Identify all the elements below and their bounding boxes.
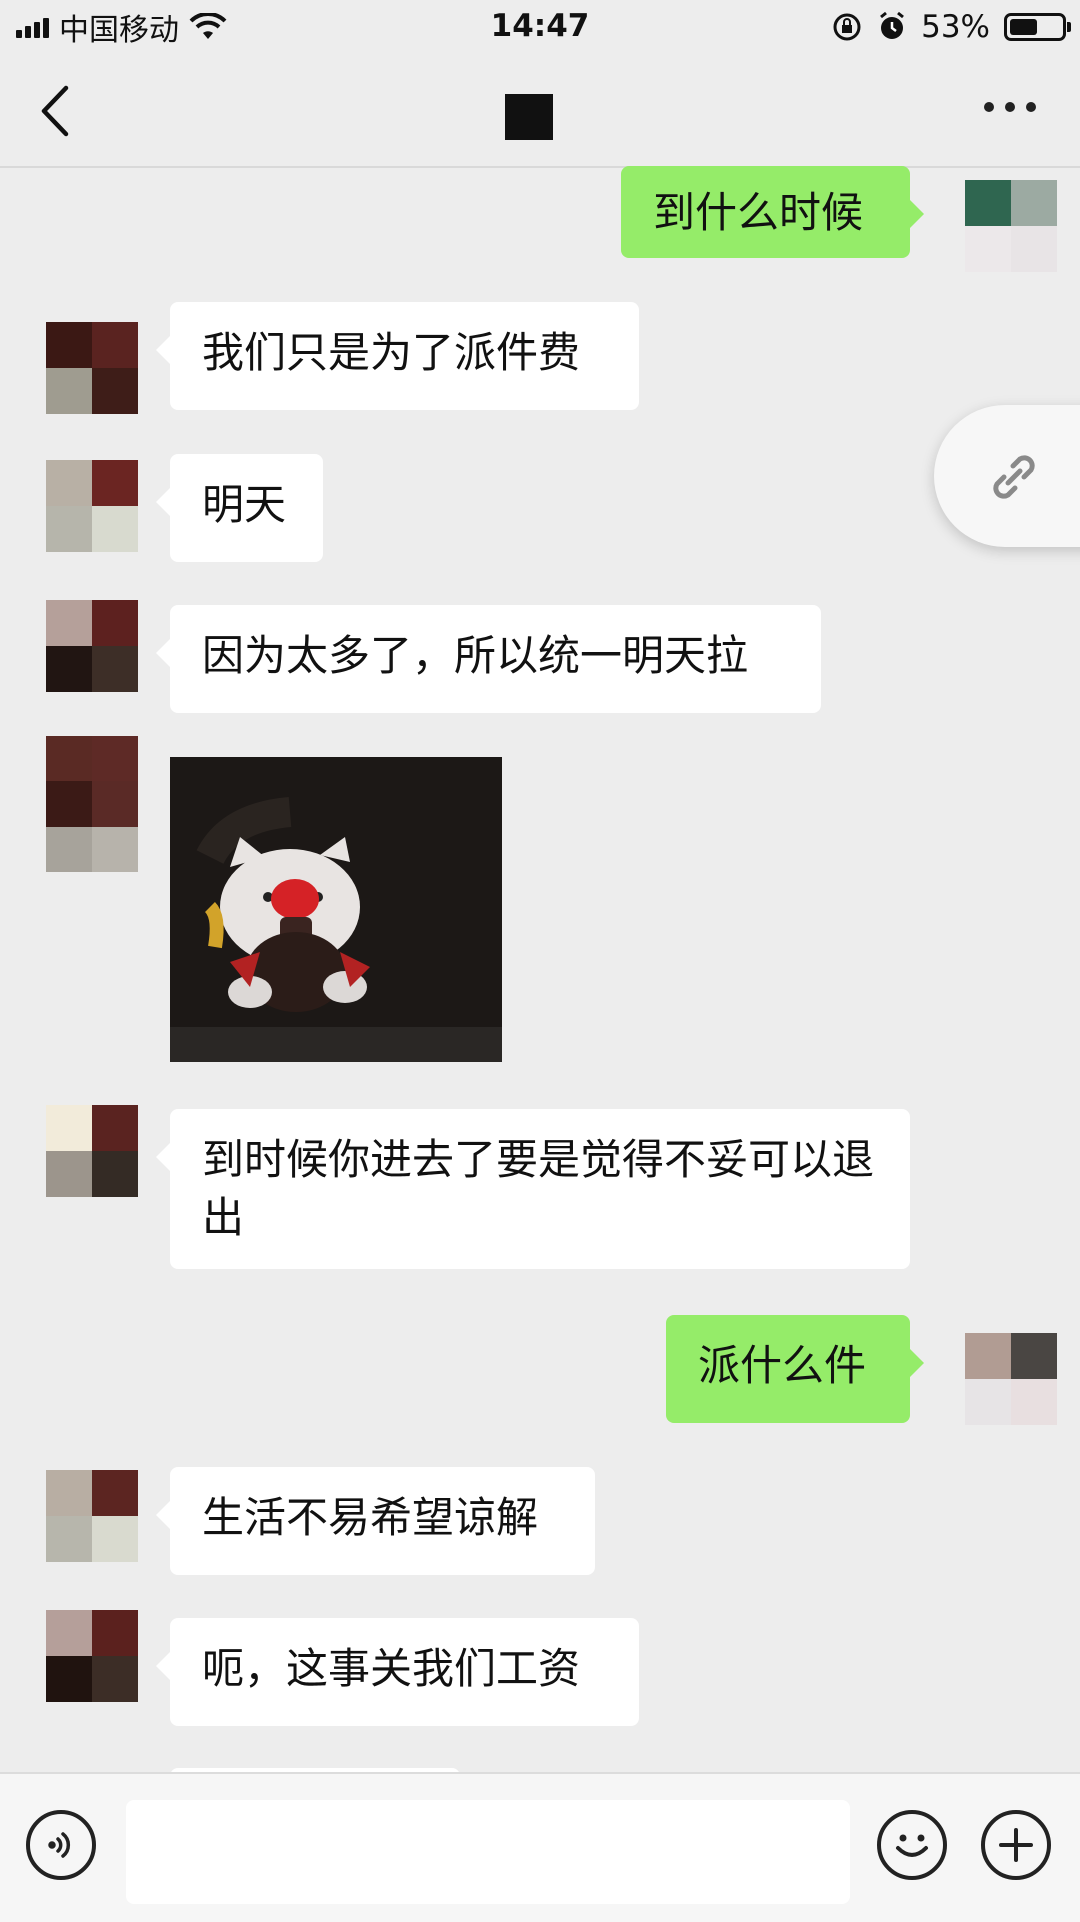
voice-wave-icon [48,1832,71,1858]
chevron-left-icon[interactable] [36,84,76,138]
battery-icon [1004,13,1071,41]
alarm-icon [880,11,905,39]
message-text: 明天 [202,480,287,529]
avatar[interactable] [46,600,138,692]
avatar[interactable] [965,180,1057,272]
message-bubble[interactable]: 到什么时候 [621,166,924,258]
plus-icon[interactable] [981,1810,1051,1880]
chat-header [0,54,1080,168]
avatar[interactable] [46,1610,138,1702]
voice-icon[interactable] [26,1810,96,1880]
message-bubble[interactable]: 明天 [156,454,323,562]
status-bar: 中国移动 14:47 53% [0,0,1080,54]
message-text: 到什么时候 [653,188,864,237]
status-right: 53% [831,8,1071,46]
message-bubble[interactable]: 我们只是为了派件费 [156,302,639,410]
cat-sticker-icon [170,757,502,1062]
message-bubble[interactable]: 到时候你进去了要是觉得不妥可以退出 [156,1109,910,1269]
message-text: 因为太多了，所以统一明天拉 [202,631,749,680]
avatar[interactable] [46,1105,138,1197]
more-horizontal-icon[interactable] [984,102,1036,116]
message-text: 到时候你进去了要是觉得不妥可以退出 [202,1135,875,1242]
avatar[interactable] [965,1333,1057,1425]
avatar[interactable] [46,322,138,414]
battery-level [1010,19,1037,35]
input-bar [0,1772,1080,1922]
message-text: 我们只是为了派件费 [202,328,581,377]
plus-sign-icon [999,1828,1033,1862]
message-bubble[interactable]: 派什么件 [666,1315,924,1423]
avatar[interactable] [46,1470,138,1562]
avatar[interactable] [46,460,138,552]
battery-percent: 53% [921,9,990,45]
message-bubble[interactable]: 因为太多了，所以统一明天拉 [156,605,821,713]
rotation-lock-icon [833,13,861,41]
message-text: 生活不易希望谅解 [202,1493,539,1542]
message-text: 呃，这事关我们工资 [202,1644,581,1693]
message-input[interactable] [126,1800,850,1904]
avatar[interactable] [46,736,138,872]
emoji-icon[interactable] [877,1810,947,1880]
smiley-face-icon [896,1834,928,1857]
chat-title-redacted [505,94,553,140]
sticker-image[interactable] [170,757,502,1062]
message-text: 派什么件 [698,1341,867,1390]
floating-link-button[interactable] [934,405,1080,547]
message-bubble[interactable]: 生活不易希望谅解 [156,1467,595,1575]
link-icon [993,455,1035,499]
message-bubble[interactable]: 呃，这事关我们工资 [156,1618,639,1726]
